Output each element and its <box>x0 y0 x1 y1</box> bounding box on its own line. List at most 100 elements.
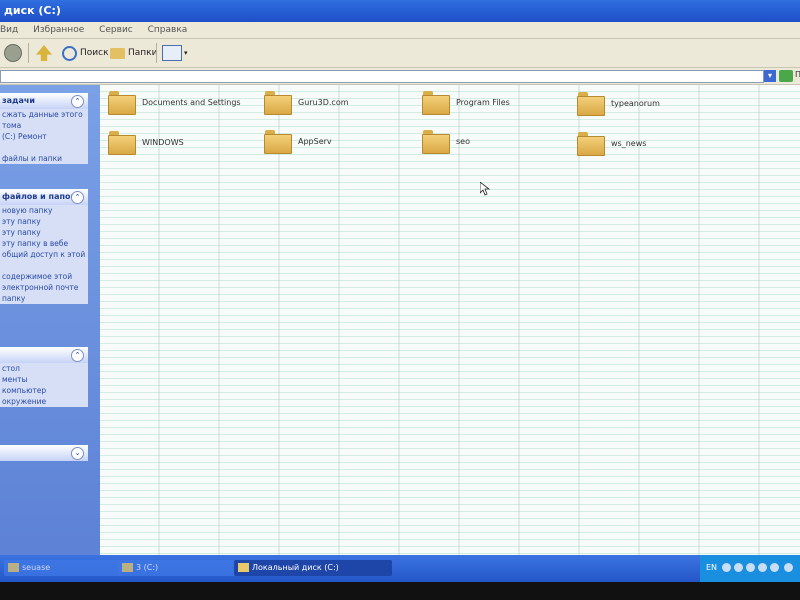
folders-icon <box>110 47 125 59</box>
folder-icon <box>577 92 605 116</box>
place-link[interactable]: компьютер <box>0 385 88 396</box>
folder-item[interactable]: seo <box>422 126 470 156</box>
task-box-header[interactable]: файлов и папок ⌃ <box>0 189 88 205</box>
tray-icon[interactable] <box>784 563 793 572</box>
tray-icon[interactable] <box>758 563 767 572</box>
taskbar-button-label: Локальный диск (C:) <box>252 563 339 572</box>
menu-favorites[interactable]: Избранное <box>33 25 84 35</box>
place-link[interactable]: стол <box>0 363 88 374</box>
task-link[interactable]: файлы и папки <box>0 153 88 164</box>
place-link[interactable]: окружение <box>0 396 88 407</box>
folder-icon <box>422 130 450 154</box>
folder-icon <box>264 130 292 154</box>
tray-icon[interactable] <box>770 563 779 572</box>
screen-bezel <box>0 582 800 600</box>
folder-item[interactable]: Program Files <box>422 87 510 117</box>
task-link[interactable]: эту папку <box>0 216 88 227</box>
up-folder-button[interactable] <box>36 43 52 63</box>
system-tray: EN <box>700 555 800 582</box>
folder-item[interactable]: ws_news <box>577 128 646 158</box>
collapse-chevron-icon[interactable]: ⌃ <box>71 349 84 362</box>
task-link <box>0 260 88 271</box>
folder-icon <box>8 563 19 572</box>
folder-icon <box>108 131 136 155</box>
views-button[interactable]: ▾ <box>162 43 188 63</box>
toolbar: Поиск Папки ▾ <box>0 39 800 68</box>
folder-name: AppServ <box>298 136 332 146</box>
menu-bar: Вид Избранное Сервис Справка <box>0 22 800 39</box>
folder-icon <box>577 132 605 156</box>
tray-icon[interactable] <box>746 563 755 572</box>
folder-item[interactable]: AppServ <box>264 126 332 156</box>
task-link[interactable]: папку <box>0 293 88 304</box>
folder-name: Program Files <box>456 97 510 107</box>
folder-name: seo <box>456 136 470 146</box>
task-pane: задачи ⌃ сжать данные этого тома (С:) Ре… <box>0 85 100 555</box>
search-icon <box>62 45 77 61</box>
folder-item[interactable]: WINDOWS <box>108 127 184 157</box>
folder-name: ws_news <box>611 138 647 148</box>
taskbar-button-label: 3 (C:) <box>136 563 159 572</box>
task-link[interactable]: содержимое этой <box>0 271 88 282</box>
menu-help[interactable]: Справка <box>148 25 188 35</box>
taskbar-button-label: seuase <box>22 563 51 572</box>
task-link[interactable]: электронной почте <box>0 282 88 293</box>
task-link[interactable]: новую папку <box>0 205 88 216</box>
task-link[interactable]: сжать данные этого <box>0 109 88 120</box>
folder-item[interactable]: Documents and Settings <box>108 87 241 117</box>
task-link <box>0 142 88 153</box>
forward-button[interactable] <box>4 43 22 63</box>
collapse-chevron-icon[interactable]: ⌃ <box>71 191 84 204</box>
task-link[interactable]: тома <box>0 120 88 131</box>
task-box-files: файлов и папок ⌃ новую папку эту папку э… <box>0 189 88 304</box>
search-button[interactable]: Поиск <box>62 43 109 63</box>
folder-icon <box>122 563 133 572</box>
folders-label: Папки <box>128 48 158 58</box>
task-box-title: задачи <box>2 96 36 105</box>
tray-icon[interactable] <box>722 563 731 572</box>
task-box-header[interactable]: задачи ⌃ <box>0 93 88 109</box>
folder-name: typeanorum <box>611 98 660 108</box>
address-dropdown-icon[interactable]: ▾ <box>764 70 776 82</box>
folder-item[interactable]: Guru3D.com <box>264 87 349 117</box>
folder-icon <box>422 91 450 115</box>
task-box-header[interactable]: ⌃ <box>0 347 88 363</box>
address-input[interactable] <box>0 70 764 83</box>
views-icon <box>162 45 182 61</box>
task-box-tasks: задачи ⌃ сжать данные этого тома (С:) Ре… <box>0 93 88 164</box>
language-indicator[interactable]: EN <box>706 563 717 572</box>
views-dropdown-icon: ▾ <box>184 49 188 57</box>
expand-chevron-icon[interactable]: ⌄ <box>71 447 84 460</box>
tray-icon[interactable] <box>734 563 743 572</box>
folders-button[interactable]: Папки <box>110 43 157 63</box>
folder-icon <box>264 91 292 115</box>
folder-icon <box>108 91 136 115</box>
menu-tools[interactable]: Сервис <box>99 25 133 35</box>
file-list-area[interactable]: Documents and Settings Guru3D.com Progra… <box>100 85 800 555</box>
menu-view[interactable]: Вид <box>0 25 18 35</box>
taskbar-button[interactable]: seuase <box>4 560 122 576</box>
task-link[interactable]: общий доступ к этой <box>0 249 88 260</box>
window-title-bar[interactable]: диск (C:) <box>0 0 800 22</box>
go-icon[interactable] <box>779 70 793 82</box>
task-box-header[interactable]: ⌄ <box>0 445 88 461</box>
place-link[interactable]: менты <box>0 374 88 385</box>
go-label[interactable]: Пе <box>795 70 800 79</box>
task-link[interactable]: (С:) Ремонт <box>0 131 88 142</box>
address-bar: ▾ Пе <box>0 68 800 85</box>
taskbar-button-active[interactable]: Локальный диск (C:) <box>234 560 392 576</box>
folder-item[interactable]: typeanorum <box>577 88 660 118</box>
taskbar: seuase 3 (C:) Локальный диск (C:) EN <box>0 555 800 582</box>
folder-name: WINDOWS <box>142 137 184 147</box>
task-link[interactable]: эту папку в вебе <box>0 238 88 249</box>
collapse-chevron-icon[interactable]: ⌃ <box>71 95 84 108</box>
folder-name: Documents and Settings <box>142 97 241 107</box>
folder-name: Guru3D.com <box>298 97 349 107</box>
window-title: диск (C:) <box>4 4 61 17</box>
up-arrow-icon <box>36 45 52 61</box>
taskbar-button[interactable]: 3 (C:) <box>118 560 236 576</box>
task-link[interactable]: эту папку <box>0 227 88 238</box>
mouse-cursor-icon <box>480 182 490 196</box>
forward-icon <box>4 44 22 62</box>
search-label: Поиск <box>80 48 109 58</box>
